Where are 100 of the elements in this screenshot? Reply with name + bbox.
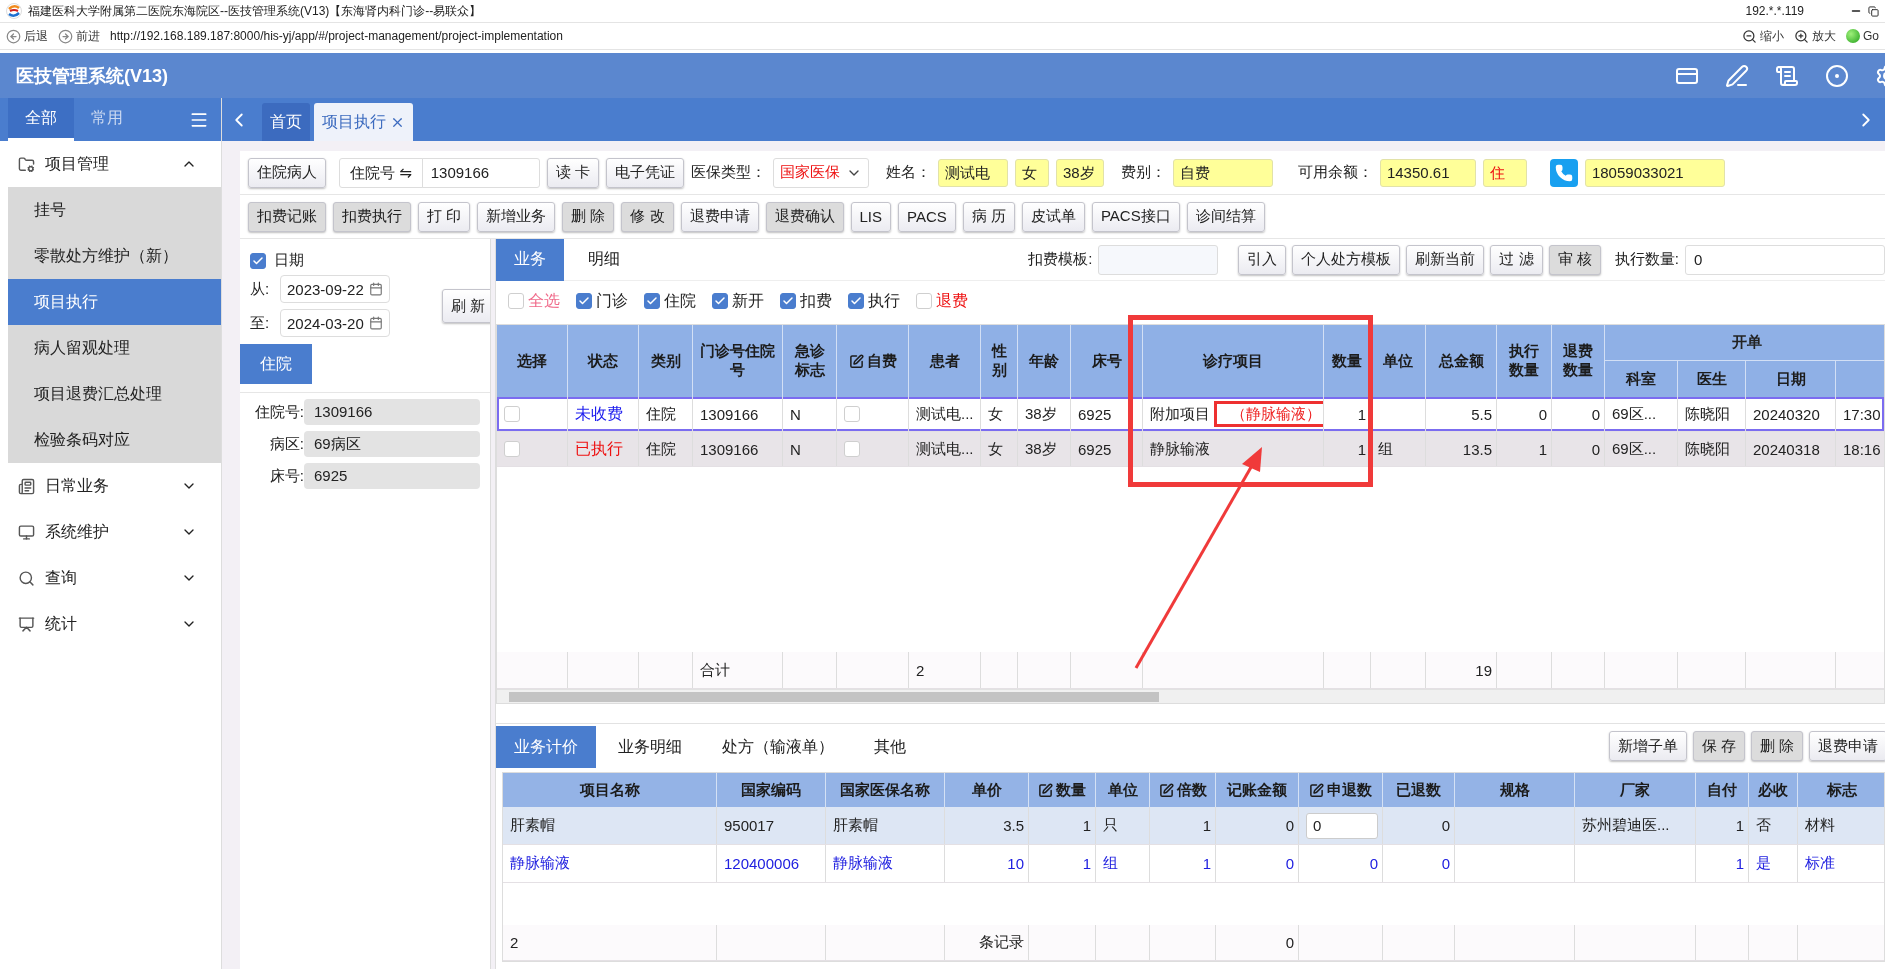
visit-type: 住 (1482, 158, 1527, 187)
table-cell: 0 (1285, 934, 1294, 951)
field-label: 扣费模板: (1028, 250, 1093, 269)
panel-button[interactable]: 个人处方模板 (1292, 244, 1401, 275)
zoom-in-button[interactable]: 放大 (1794, 27, 1836, 45)
panel-button[interactable]: 引入 (1238, 244, 1287, 275)
column-header: 自付 (1707, 780, 1737, 800)
exec-count-field[interactable]: 0 (1685, 244, 1885, 275)
panel-tab[interactable]: 处方（输液单） (704, 726, 852, 768)
checkbox-label: 扣费 (800, 290, 832, 311)
filter-checkbox[interactable] (848, 293, 864, 309)
panel-tab[interactable]: 其他 (856, 726, 924, 768)
table-cell: 组 (1103, 854, 1118, 873)
column-header: 性别 (990, 342, 1008, 380)
toolbar-button[interactable]: 退费申请 (680, 201, 759, 232)
panel-button[interactable]: 审 核 (1548, 244, 1601, 275)
panel-button[interactable]: 刷新当前 (1406, 244, 1485, 275)
action-button[interactable]: 读 卡 (546, 157, 599, 188)
row-checkbox[interactable] (504, 441, 520, 457)
check-icon (782, 295, 794, 307)
table-row[interactable]: 静脉输液 120400006 静脉输液 10 1 组 1 0 0 0 1 是 标准 (503, 845, 1884, 883)
menu-item-icon (18, 569, 35, 587)
table-cell: 静脉输液 (833, 854, 893, 873)
column-header: 已退数 (1396, 780, 1441, 800)
id-field[interactable]: 1309166 (421, 157, 540, 188)
sidebar-tab[interactable]: 全部 (8, 98, 74, 141)
date-field[interactable]: 2023-09-22 (280, 275, 390, 303)
sidebar-subitem[interactable]: 检验条码对应 (8, 417, 221, 463)
sidebar-subitem[interactable]: 零散处方维护（新） (8, 233, 221, 279)
checkbox-label: 日期 (274, 251, 304, 270)
table-cell: 住院 (646, 439, 676, 459)
panel-button[interactable]: 退费申请 (1809, 731, 1885, 761)
toolbar-button[interactable]: LIS (850, 201, 892, 232)
back-button[interactable]: 后退 (6, 27, 48, 45)
zoom-out-button[interactable]: 缩小 (1742, 27, 1784, 45)
insurance-select[interactable]: 国家医保 (772, 157, 869, 188)
panel-tab[interactable]: 业务明细 (600, 726, 700, 768)
panel-button[interactable]: 新增子单 (1608, 731, 1687, 761)
template-field[interactable] (1098, 244, 1219, 275)
toolbar-button[interactable]: 打 印 (418, 201, 471, 232)
date-field[interactable]: 2024-03-20 (280, 309, 390, 337)
forward-button[interactable]: 前进 (58, 27, 100, 45)
panel-tab[interactable]: 明细 (570, 238, 638, 281)
column-header: 记账金额 (1227, 780, 1287, 800)
input-field[interactable]: 0 (1306, 812, 1378, 839)
toolbar-button[interactable]: 删 除 (562, 201, 615, 232)
panel-tab[interactable]: 业务计价 (496, 726, 596, 768)
row-checkbox[interactable] (844, 441, 860, 457)
field-label: 费别： (1120, 163, 1166, 182)
filter-checkbox[interactable] (576, 293, 592, 309)
go-button[interactable]: Go (1846, 29, 1879, 43)
toolbar-button[interactable]: 皮试单 (1021, 201, 1085, 232)
sidebar-subitem[interactable]: 挂号 (8, 187, 221, 233)
date-checkbox[interactable] (250, 252, 266, 269)
toolbar-button[interactable]: 扣费执行 (333, 201, 411, 232)
table-row[interactable]: 未收费 住院 1309166 N 测试电... 女 38岁 6925 附加项目 （静脉输液） 1 5.5 0 0 69区... 陈晓阳 20240320 17:30 (497, 397, 1884, 432)
readonly-field: 6925 (304, 463, 480, 489)
table-cell: 静脉输液 (1150, 439, 1210, 459)
sidebar-subitem[interactable]: 病人留观处理 (8, 325, 221, 371)
section-tab[interactable]: 住院 (240, 344, 312, 384)
filter-checkbox[interactable] (712, 293, 728, 309)
field-label: 床号: (268, 466, 304, 486)
table-cell: N (790, 405, 801, 423)
table-row[interactable]: 肝素帽 950017 肝素帽 3.5 1 只 1 0 0 0 苏州碧迪医... 1 否 材料 (503, 807, 1884, 845)
pen-icon[interactable] (1725, 63, 1749, 88)
restore-icon[interactable] (1868, 5, 1879, 17)
table-cell: 13.5 (1462, 440, 1492, 458)
toolbar-button[interactable]: 诊间结算 (1186, 201, 1265, 232)
toolbar-button[interactable]: 病 历 (962, 201, 1015, 232)
page-tab[interactable]: 首页 (262, 103, 310, 141)
table-row[interactable]: 已执行 住院 1309166 N 测试电... 女 38岁 6925 静脉输液 1 组 13.5 1 0 69区... 陈晓阳 20240318 18:16 (497, 432, 1884, 467)
circle-icon[interactable] (1825, 63, 1849, 88)
toolbar-button[interactable]: 退费确认 (765, 201, 844, 232)
toolbar-button[interactable]: 修 改 (621, 201, 674, 232)
inpatient-button[interactable]: 住院病人 (248, 157, 326, 188)
readonly-field: 1309166 (304, 399, 480, 425)
table-cell: 17:30 (1843, 405, 1881, 423)
table-cell: 2 (916, 661, 925, 679)
filter-checkbox[interactable] (780, 293, 796, 309)
toolbar-button[interactable]: 新增业务 (477, 201, 556, 232)
document-icon[interactable] (1775, 63, 1799, 88)
toolbar-button[interactable]: 扣费记账 (248, 201, 326, 232)
toolbar-button[interactable]: PACS (898, 201, 956, 232)
toolbar-button[interactable]: PACS接口 (1091, 201, 1180, 232)
row-checkbox[interactable] (844, 406, 860, 422)
sidebar-subitem[interactable]: 项目执行 (8, 279, 221, 325)
sidebar-subitem[interactable]: 项目退费汇总处理 (8, 371, 221, 417)
row-checkbox[interactable] (504, 406, 520, 422)
filter-checkbox[interactable] (644, 293, 660, 309)
panel-button[interactable]: 删 除 (1750, 731, 1803, 761)
horizontal-scrollbar[interactable] (497, 689, 1884, 703)
table-cell: 1 (1735, 855, 1744, 872)
table-cell: 0 (1591, 405, 1600, 423)
table-cell: 1309166 (700, 440, 759, 458)
page-tab[interactable]: 项目执行 (314, 103, 413, 141)
table-cell: 19 (1475, 661, 1492, 679)
panel-tab[interactable]: 业务 (496, 238, 564, 281)
panel-button[interactable]: 保 存 (1692, 731, 1745, 761)
action-button[interactable]: 电子凭证 (605, 157, 684, 188)
panel-button[interactable]: 过 滤 (1490, 244, 1543, 275)
